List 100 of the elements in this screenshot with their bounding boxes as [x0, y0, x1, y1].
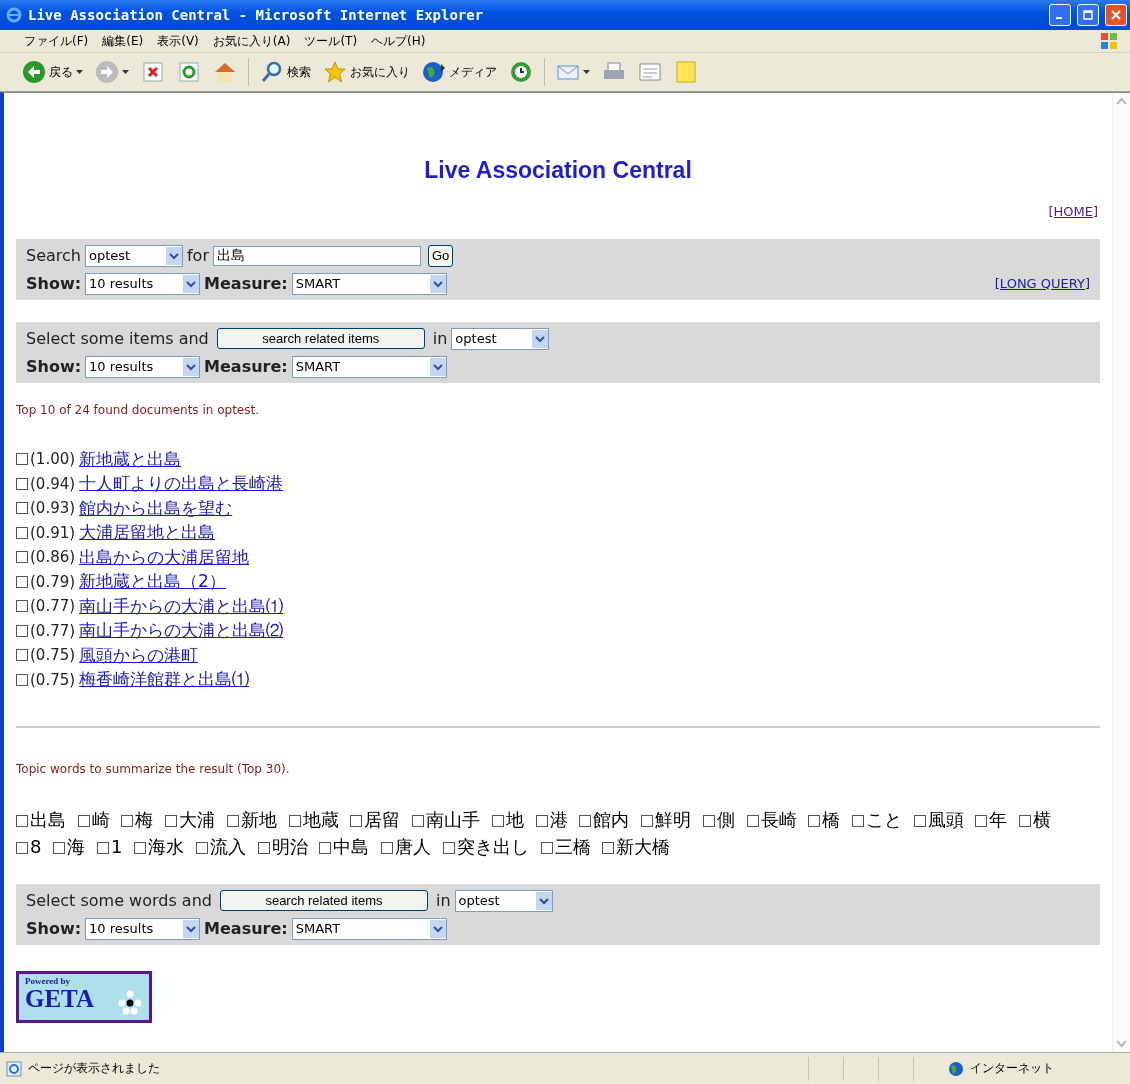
checkbox[interactable]: [134, 842, 147, 854]
checkbox[interactable]: [16, 477, 28, 490]
checkbox[interactable]: [412, 815, 425, 827]
search-label: Search: [26, 246, 81, 265]
measure-label: Measure:: [204, 274, 288, 293]
measure-label: Measure:: [204, 919, 288, 938]
checkbox[interactable]: [16, 575, 28, 588]
checkbox[interactable]: [16, 600, 28, 613]
checkbox[interactable]: [16, 649, 28, 662]
search-related-button[interactable]: search related items: [219, 890, 428, 911]
checkbox[interactable]: [288, 815, 301, 827]
checkbox[interactable]: [226, 815, 239, 827]
checkbox[interactable]: [808, 815, 821, 827]
checkbox[interactable]: [16, 526, 28, 539]
checkbox[interactable]: [53, 842, 66, 854]
query-field[interactable]: 出島: [212, 245, 421, 266]
checkbox[interactable]: [16, 551, 28, 564]
checkbox[interactable]: [602, 842, 615, 854]
home-link[interactable]: [HOME]: [1048, 204, 1098, 219]
checkbox[interactable]: [165, 815, 178, 827]
checkbox[interactable]: [540, 842, 553, 854]
checkbox[interactable]: [746, 815, 759, 827]
checkbox[interactable]: [913, 815, 926, 827]
result-link[interactable]: 十人町よりの出島と長崎港: [79, 472, 284, 496]
close-button[interactable]: [1105, 4, 1127, 26]
score: (0.91): [30, 523, 76, 542]
checkbox[interactable]: [16, 673, 28, 686]
checkbox[interactable]: [442, 842, 455, 854]
result-link[interactable]: 新地蔵と出島: [79, 447, 182, 471]
search-related-button[interactable]: search related items: [216, 328, 425, 349]
maximize-icon: [1083, 10, 1093, 20]
result-link[interactable]: 大浦居留地と出島: [79, 521, 216, 545]
checkbox[interactable]: [319, 842, 332, 854]
results-dropdown[interactable]: 10 results: [85, 355, 201, 378]
checkbox[interactable]: [491, 815, 504, 827]
checkbox[interactable]: [121, 815, 134, 827]
checkbox[interactable]: [16, 502, 28, 515]
result-link[interactable]: 南山手からの大浦と出島⑴: [79, 594, 284, 618]
toolbar-button[interactable]: 戻る: [18, 58, 87, 86]
checkbox[interactable]: [579, 815, 592, 827]
checkbox[interactable]: [16, 842, 28, 854]
toolbar-button[interactable]: お気に入り: [319, 58, 414, 86]
result-link[interactable]: 風頭からの港町: [79, 643, 199, 667]
topic-word: 横: [1033, 809, 1052, 830]
menu-item[interactable]: 表示(V): [157, 32, 199, 50]
topic-word: 1: [110, 836, 123, 857]
select-items-label: Select some items and: [26, 329, 209, 348]
result-link[interactable]: 南山手からの大浦と出島⑵: [79, 619, 284, 643]
checkbox[interactable]: [16, 815, 28, 827]
in-label: in: [432, 329, 448, 348]
checkbox[interactable]: [641, 815, 654, 827]
result-link[interactable]: 出島からの大浦居留地: [79, 545, 250, 569]
checkbox[interactable]: [350, 815, 363, 827]
checkbox[interactable]: [535, 815, 548, 827]
checkbox[interactable]: [16, 453, 28, 466]
security-zone: インターネット: [970, 1060, 1054, 1077]
menu-item[interactable]: ツール(T): [304, 32, 358, 50]
go-button[interactable]: Go: [427, 244, 454, 267]
toolbar-button[interactable]: メディア: [418, 58, 501, 86]
result-link[interactable]: 新地蔵と出島（2）: [79, 570, 226, 594]
toolbar-button[interactable]: 検索: [256, 58, 315, 86]
checkbox[interactable]: [77, 815, 90, 827]
result-link[interactable]: 梅香崎洋館群と出島⑴: [79, 668, 250, 692]
menu-item[interactable]: ファイル(F): [24, 32, 89, 50]
minimize-button[interactable]: [1049, 4, 1071, 26]
long-query-link[interactable]: [LONG QUERY]: [994, 276, 1090, 291]
topic-word: 側: [716, 809, 735, 830]
topic-word: 鮮明: [655, 809, 692, 830]
topic-word: 風頭: [927, 809, 964, 830]
page-heading: Live Association Central: [423, 157, 693, 184]
collection-dropdown[interactable]: optest: [84, 244, 183, 267]
score: (0.75): [30, 646, 76, 665]
note-icon: [674, 60, 698, 84]
measure-dropdown[interactable]: SMART: [291, 272, 447, 295]
maximize-button[interactable]: [1077, 4, 1099, 26]
menu-item[interactable]: ヘルプ(H): [371, 32, 426, 50]
checkbox[interactable]: [257, 842, 270, 854]
results-dropdown[interactable]: 10 results: [85, 917, 201, 940]
result-link[interactable]: 館内から出島を望む: [79, 496, 233, 520]
checkbox[interactable]: [16, 624, 28, 637]
checkbox[interactable]: [702, 815, 715, 827]
result-summary: Top 10 of 24 found documents in optest.: [16, 403, 260, 417]
collection-dropdown[interactable]: optest: [451, 327, 550, 350]
refresh-icon: [177, 60, 201, 84]
windows-flag-icon: [1100, 32, 1118, 50]
menu-item[interactable]: お気に入り(A): [212, 32, 291, 50]
measure-dropdown[interactable]: SMART: [291, 355, 447, 378]
results-dropdown[interactable]: 10 results: [85, 272, 201, 295]
checkbox[interactable]: [1019, 815, 1032, 827]
menu-item[interactable]: 編集(E): [102, 32, 144, 50]
checkbox[interactable]: [381, 842, 394, 854]
status-message: ページが表示されました: [28, 1060, 160, 1077]
powered-by-logo[interactable]: Powered by GETA: [16, 971, 152, 1023]
measure-dropdown[interactable]: SMART: [291, 917, 447, 940]
checkbox[interactable]: [96, 842, 109, 854]
checkbox[interactable]: [975, 815, 988, 827]
score: (1.00): [30, 450, 76, 469]
collection-dropdown[interactable]: optest: [454, 889, 553, 912]
checkbox[interactable]: [852, 815, 864, 827]
checkbox[interactable]: [195, 842, 208, 854]
